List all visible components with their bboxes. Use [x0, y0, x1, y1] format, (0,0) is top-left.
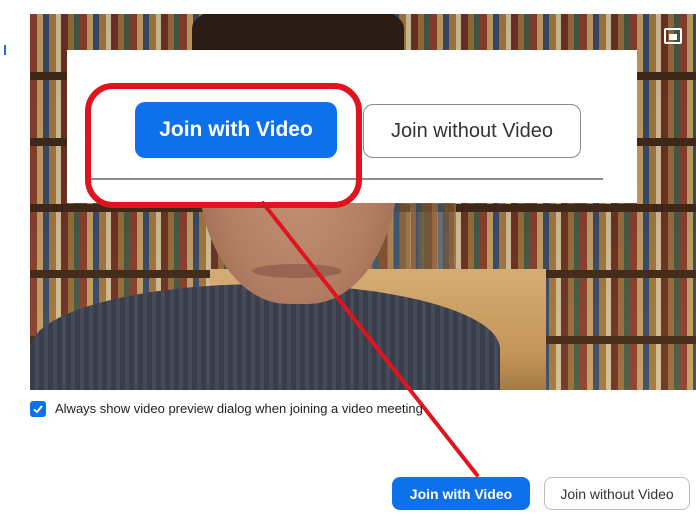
annotation-arrow — [261, 201, 479, 477]
join-with-video-button[interactable]: Join with Video — [392, 477, 530, 510]
always-show-preview-checkbox[interactable] — [30, 401, 46, 417]
join-without-video-button[interactable]: Join without Video — [544, 477, 690, 510]
always-show-preview-label[interactable]: Always show video preview dialog when jo… — [55, 401, 423, 416]
checkmark-icon — [33, 405, 43, 414]
annotation-arrow-line — [261, 201, 479, 477]
